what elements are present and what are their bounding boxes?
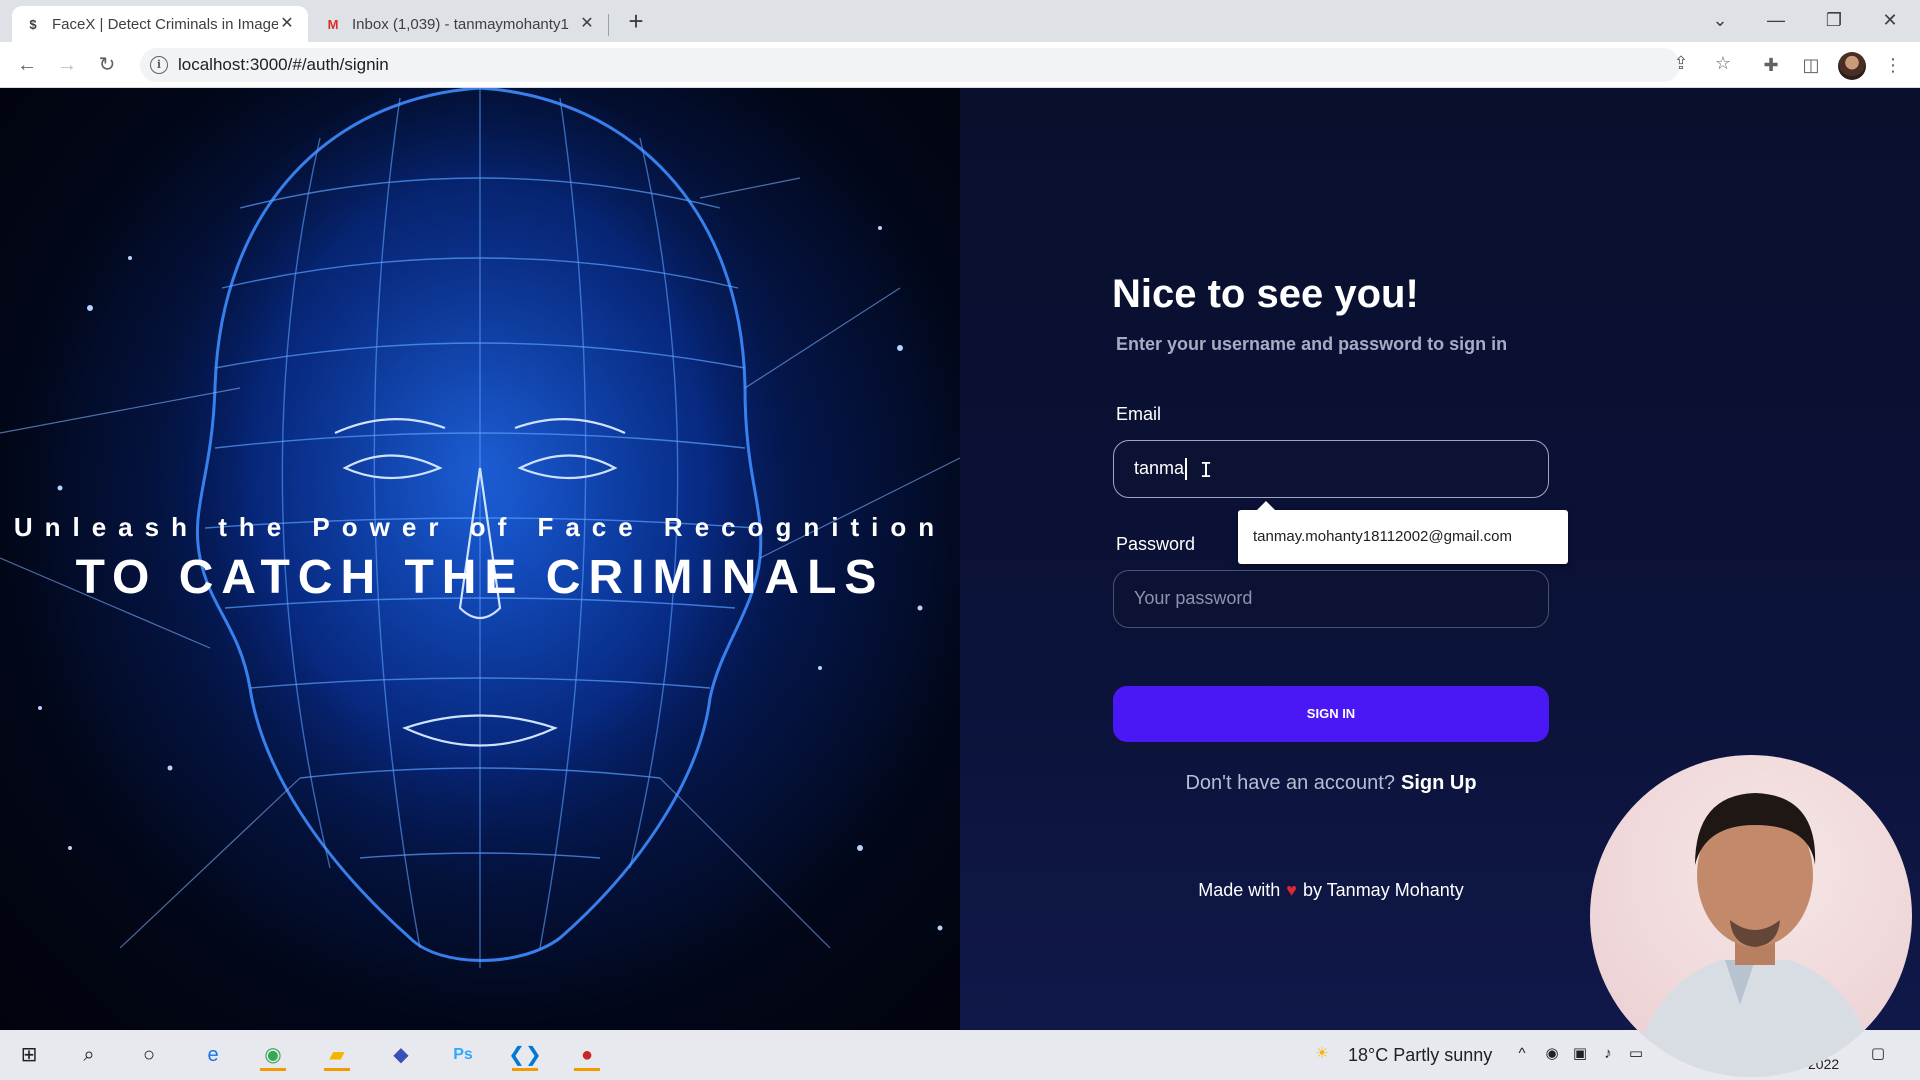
back-arrow-icon[interactable]: ← (12, 50, 42, 80)
weather-text[interactable]: 18°C Partly sunny (1348, 1045, 1492, 1066)
file-explorer-icon[interactable]: ▰ (320, 1039, 354, 1071)
password-placeholder: Your password (1134, 588, 1253, 608)
webcam-overlay (1590, 755, 1912, 1077)
record-icon[interactable]: ◉ (1542, 1044, 1562, 1064)
browser-tab-bar: $ FaceX | Detect Criminals in Image ✕ M … (0, 0, 1920, 42)
close-tab-icon[interactable]: ✕ (578, 15, 596, 33)
profile-avatar[interactable] (1838, 52, 1866, 80)
footer-author: by Tanmay Mohanty (1302, 880, 1464, 900)
windows-start-icon[interactable]: ⊞ (12, 1039, 46, 1071)
password-input[interactable]: Your password (1113, 570, 1549, 628)
email-input[interactable]: tanma (1113, 440, 1549, 498)
bookmark-star-icon[interactable]: ☆ (1708, 48, 1738, 78)
tab-separator (608, 14, 609, 36)
extensions-puzzle-icon[interactable]: ✚ (1756, 50, 1786, 80)
reload-icon[interactable]: ↻ (92, 50, 122, 80)
tab-facex[interactable]: $ FaceX | Detect Criminals in Image ✕ (12, 6, 308, 42)
forward-arrow-icon[interactable]: → (52, 50, 82, 80)
camera-icon[interactable]: ▣ (1570, 1044, 1590, 1064)
close-tab-icon[interactable]: ✕ (278, 15, 296, 33)
email-input-value: tanma (1134, 458, 1185, 478)
page-subtitle: Enter your username and password to sign… (1116, 334, 1508, 354)
address-bar[interactable]: i localhost:3000/#/auth/signin (140, 48, 1680, 82)
signup-prompt-line: Don't have an account? Sign Up (1113, 772, 1549, 795)
tab-gmail-inbox[interactable]: M Inbox (1,039) - tanmaymohanty1 ✕ (312, 6, 608, 42)
tab-title: FaceX | Detect Criminals in Image (52, 15, 278, 33)
signup-prompt-text: Don't have an account? (1185, 772, 1395, 794)
microphone-icon[interactable]: ♪ (1598, 1044, 1618, 1064)
browser-toolbar: ← → ↻ i localhost:3000/#/auth/signin ⇪ ☆… (0, 42, 1920, 88)
hero-headline: TO CATCH THE CRIMINALS (75, 551, 885, 604)
sign-in-button[interactable]: SIGN IN (1113, 686, 1549, 742)
chrome-menu-icon[interactable]: ⋮ (1878, 50, 1908, 80)
sign-up-link[interactable]: Sign Up (1401, 772, 1477, 794)
footer-credit: Made with ♥ by Tanmay Mohanty (1113, 880, 1549, 901)
windows-taskbar: ⊞ ⌕ ○ e ◉ ▰ ◆ Ps ❮❯ ● ☀ 18°C Partly sunn… (0, 1030, 1920, 1080)
text-cursor-ibeam-icon: I (1200, 458, 1213, 482)
notifications-icon[interactable]: ▢ (1868, 1044, 1888, 1064)
url-text: localhost:3000/#/auth/signin (178, 55, 389, 74)
hero-face-recognition-image: Unleash the Power of Face Recognition TO… (0, 88, 960, 1030)
facex-favicon-icon: $ (29, 16, 37, 32)
page-title: Nice to see you! (1112, 272, 1419, 316)
vscode-icon[interactable]: ❮❯ (508, 1039, 542, 1071)
share-icon[interactable]: ⇪ (1666, 48, 1696, 78)
battery-icon[interactable]: ▭ (1626, 1044, 1646, 1064)
tab-search-chevron-icon[interactable]: ⌄ (1700, 4, 1740, 36)
recorder-app-icon[interactable]: ● (570, 1039, 604, 1071)
chrome-browser-icon[interactable]: ◉ (256, 1039, 290, 1071)
new-tab-button[interactable]: + (622, 8, 650, 36)
text-caret (1185, 458, 1188, 481)
heart-icon: ♥ (1286, 880, 1297, 900)
restore-button[interactable]: ❐ (1814, 4, 1854, 36)
email-autocomplete-suggestion[interactable]: tanmay.mohanty18112002@gmail.com (1238, 501, 1568, 564)
show-hidden-icons-chevron-icon[interactable]: ^ (1512, 1044, 1532, 1064)
search-icon[interactable]: ⌕ (72, 1039, 106, 1071)
weather-sun-icon: ☀ (1315, 1045, 1329, 1062)
webcam-person-illustration (1630, 793, 1880, 1077)
footer-made-with: Made with (1198, 880, 1281, 900)
email-label: Email (1116, 404, 1162, 424)
gmail-icon: M (327, 16, 339, 32)
tab-title: Inbox (1,039) - tanmaymohanty1 (352, 15, 569, 33)
side-panel-icon[interactable]: ◫ (1796, 50, 1826, 80)
password-label: Password (1116, 534, 1196, 554)
site-info-icon[interactable]: i (150, 56, 168, 74)
hero-tagline: Unleash the Power of Face Recognition (13, 512, 947, 542)
close-window-button[interactable]: ✕ (1870, 4, 1910, 36)
app-icon[interactable]: ◆ (384, 1039, 418, 1071)
cortana-circle-icon[interactable]: ○ (132, 1039, 166, 1071)
photoshop-icon[interactable]: Ps (446, 1039, 480, 1071)
minimize-button[interactable]: — (1756, 4, 1796, 36)
edge-browser-icon[interactable]: e (196, 1039, 230, 1071)
